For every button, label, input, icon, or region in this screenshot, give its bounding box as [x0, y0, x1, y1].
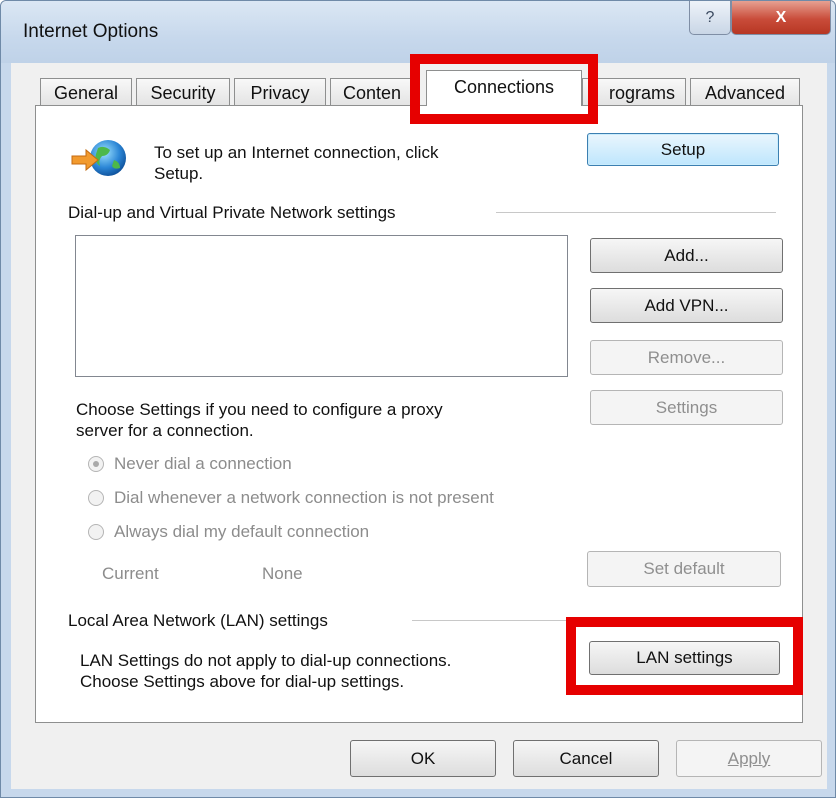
setup-description-line2: Setup. [154, 164, 204, 183]
globe-connection-icon [71, 140, 126, 176]
remove-button[interactable]: Remove... [590, 340, 783, 375]
dialup-divider [496, 212, 776, 213]
tab-security[interactable]: Security [136, 78, 230, 106]
connections-listbox[interactable] [75, 235, 568, 377]
tab-connections[interactable]: Connections [426, 70, 582, 106]
lan-divider [412, 620, 572, 621]
close-button[interactable]: X [731, 1, 831, 35]
window-frame-bottom [1, 789, 835, 797]
current-label: Current [102, 564, 159, 583]
tab-general[interactable]: General [40, 78, 132, 106]
close-icon: X [775, 8, 787, 26]
window-title: Internet Options [23, 21, 159, 42]
tab-privacy[interactable]: Privacy [234, 78, 326, 106]
window-frame-left [1, 63, 11, 793]
setup-button[interactable]: Setup [587, 133, 779, 166]
lan-settings-button[interactable]: LAN settings [589, 641, 780, 675]
help-button[interactable]: ? [689, 1, 731, 35]
title-bar: Internet Options ? X [1, 1, 835, 63]
proxy-description-line1: Choose Settings if you need to configure… [76, 400, 443, 419]
tab-content[interactable]: Conten [330, 78, 418, 106]
radio-dial-whenever-label: Dial whenever a network connection is no… [114, 488, 494, 507]
tab-programs[interactable]: rograms [582, 78, 686, 106]
add-button[interactable]: Add... [590, 238, 783, 273]
proxy-description-line2: server for a connection. [76, 421, 254, 440]
setup-description-line1: To set up an Internet connection, click [154, 143, 439, 162]
radio-dial-whenever[interactable] [88, 490, 104, 506]
tab-advanced[interactable]: Advanced [690, 78, 800, 106]
apply-button[interactable]: Apply [676, 740, 822, 777]
lan-section-heading: Local Area Network (LAN) settings [68, 611, 328, 630]
radio-never-dial[interactable] [88, 456, 104, 472]
lan-description-line2: Choose Settings above for dial-up settin… [80, 672, 405, 691]
radio-never-dial-label: Never dial a connection [114, 454, 292, 473]
settings-button[interactable]: Settings [590, 390, 783, 425]
add-vpn-button[interactable]: Add VPN... [590, 288, 783, 323]
lan-description-line1: LAN Settings do not apply to dial-up con… [80, 651, 452, 670]
help-icon: ? [705, 8, 715, 26]
radio-always-dial-label: Always dial my default connection [114, 522, 370, 541]
radio-always-dial[interactable] [88, 524, 104, 540]
current-value: None [262, 564, 303, 583]
dialup-section-heading: Dial-up and Virtual Private Network sett… [68, 203, 396, 222]
cancel-button[interactable]: Cancel [513, 740, 659, 777]
set-default-button[interactable]: Set default [587, 551, 781, 587]
ok-button[interactable]: OK [350, 740, 496, 777]
window-frame-right [827, 63, 835, 793]
